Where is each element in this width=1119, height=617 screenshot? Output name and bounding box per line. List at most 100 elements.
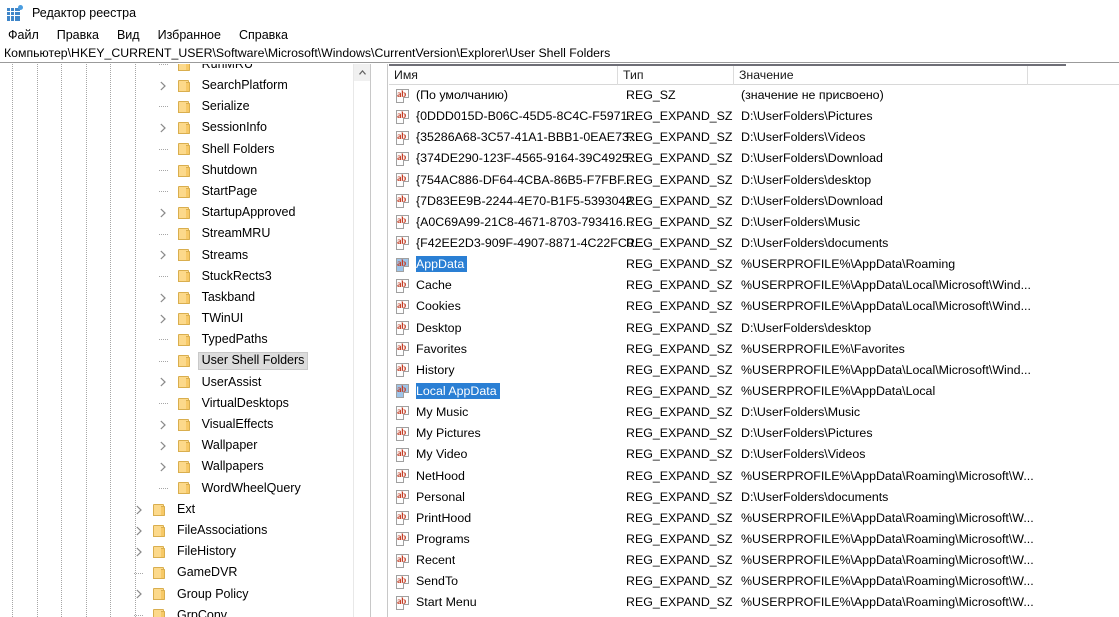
value-name-text: {0DDD015D-B06C-45D5-8C4C-F5971... <box>416 109 638 124</box>
table-row[interactable]: ab {A0C69A99-21C8-4671-8703-793416... REG_… <box>389 212 1119 233</box>
address-path[interactable]: Компьютер\HKEY_CURRENT_USER\Software\Mic… <box>0 47 610 60</box>
table-row[interactable]: ab Cookies REG_EXPAND_SZ %USERPROFILE%\AppD… <box>389 296 1119 317</box>
chevron-right-icon[interactable] <box>156 287 172 308</box>
tree-item-startpage[interactable]: StartPage <box>0 181 370 202</box>
tree-item-runmru[interactable]: RunMRU <box>0 64 370 75</box>
tree-item-ext[interactable]: Ext <box>0 499 370 520</box>
chevron-right-icon[interactable] <box>156 75 172 96</box>
table-row[interactable]: ab {754AC886-DF64-4CBA-86B5-F7FBF... REG_E… <box>389 170 1119 191</box>
table-row[interactable]: ab SendTo REG_EXPAND_SZ %USERPROFILE%\AppDa… <box>389 571 1119 592</box>
tree-item-wordwheelquery[interactable]: WordWheelQuery <box>0 478 370 499</box>
tree-item-streammru[interactable]: StreamMRU <box>0 224 370 245</box>
column-header-тип[interactable]: Тип <box>617 66 733 85</box>
tree-scroll-track[interactable] <box>354 81 370 617</box>
chevron-right-icon[interactable] <box>156 435 172 456</box>
string-value-icon: ab <box>396 257 410 272</box>
chevron-right-icon[interactable] <box>156 414 172 435</box>
tree-item-gamedvr[interactable]: GameDVR <box>0 563 370 584</box>
table-row[interactable]: ab {7D83EE9B-2244-4E70-B1F5-5393042... REG… <box>389 191 1119 212</box>
chevron-right-icon[interactable] <box>131 520 147 541</box>
menu-view[interactable]: Вид <box>117 28 149 43</box>
chevron-right-icon[interactable] <box>156 118 172 139</box>
value-name-text: {7D83EE9B-2244-4E70-B1F5-5393042... <box>416 193 643 208</box>
table-row[interactable]: ab Desktop REG_EXPAND_SZ D:\UserFolders\des… <box>389 318 1119 339</box>
chevron-right-icon[interactable] <box>156 202 172 223</box>
value-data-cell: D:\UserFolders\Download <box>741 193 883 208</box>
table-row[interactable]: abStartupREG_EXPAND_SZ%USERPROFILE%\AppD… <box>389 614 1119 617</box>
table-row[interactable]: ab Local AppData REG_EXPAND_SZ %USERPROFILE… <box>389 381 1119 402</box>
tree-item-wallpaper[interactable]: Wallpaper <box>0 435 370 456</box>
chevron-right-icon[interactable] <box>156 457 172 478</box>
table-row[interactable]: ab {35286A68-3C57-41A1-BBB1-0EAE73... REG_… <box>389 127 1119 148</box>
tree-item-filehistory[interactable]: FileHistory <box>0 541 370 562</box>
chevron-right-icon[interactable] <box>156 245 172 266</box>
column-header-имя[interactable]: Имя <box>389 66 617 85</box>
tree-item-typedpaths[interactable]: TypedPaths <box>0 329 370 350</box>
tree-item-shutdown[interactable]: Shutdown <box>0 160 370 181</box>
column-header-значение[interactable]: Значение <box>733 66 1027 85</box>
table-row[interactable]: ab Personal REG_EXPAND_SZ D:\UserFolders\do… <box>389 487 1119 508</box>
tree-item-fileassociations[interactable]: FileAssociations <box>0 520 370 541</box>
table-row[interactable]: ab Programs REG_EXPAND_SZ %USERPROFILE%\App… <box>389 529 1119 550</box>
value-name-text: {754AC886-DF64-4CBA-86B5-F7FBF... <box>416 172 634 187</box>
tree-item-user-shell-folders[interactable]: User Shell Folders <box>0 351 370 372</box>
table-row[interactable]: ab {F42EE2D3-909F-4907-8871-4C22FC0... REG… <box>389 233 1119 254</box>
table-row[interactable]: ab My Music REG_EXPAND_SZ D:\UserFolders\Mu… <box>389 402 1119 423</box>
table-row[interactable]: ab AppData REG_EXPAND_SZ %USERPROFILE%\AppD… <box>389 254 1119 275</box>
table-row[interactable]: ab My Video REG_EXPAND_SZ D:\UserFolders\Vi… <box>389 444 1119 465</box>
menu-favorites[interactable]: Избранное <box>158 28 230 43</box>
tree-item-label: Shutdown <box>201 162 258 177</box>
tree-item-serialize[interactable]: Serialize <box>0 96 370 117</box>
value-name-text: Personal <box>416 489 465 504</box>
tree-item-shell-folders[interactable]: Shell Folders <box>0 139 370 160</box>
tree-item-label: WordWheelQuery <box>201 480 301 495</box>
tree-item-label: GameDVR <box>177 565 238 580</box>
chevron-right-icon[interactable] <box>156 372 172 393</box>
column-header-spacer[interactable] <box>1027 66 1066 85</box>
table-row[interactable]: ab My Pictures REG_EXPAND_SZ D:\UserFolders… <box>389 423 1119 444</box>
value-data-cell: %USERPROFILE%\AppData\Local\Microsoft\Wi… <box>741 362 1031 377</box>
tree-vertical-scrollbar[interactable] <box>353 64 370 617</box>
chevron-right-icon[interactable] <box>131 541 147 562</box>
tree-item-virtualdesktops[interactable]: VirtualDesktops <box>0 393 370 414</box>
chevron-right-icon[interactable] <box>131 584 147 605</box>
value-data-cell: %USERPROFILE%\AppData\Local <box>741 383 936 398</box>
value-name-cell: Local AppData <box>416 381 500 402</box>
tree-item-streams[interactable]: Streams <box>0 245 370 266</box>
value-name-cell: {F42EE2D3-909F-4907-8871-4C22FC0... <box>416 233 644 254</box>
folder-icon <box>153 608 169 617</box>
table-row[interactable]: ab {0DDD015D-B06C-45D5-8C4C-F5971... REG_E… <box>389 106 1119 127</box>
tree-item-visualeffects[interactable]: VisualEffects <box>0 414 370 435</box>
menu-edit[interactable]: Правка <box>57 28 108 43</box>
tree-item-sessioninfo[interactable]: SessionInfo <box>0 118 370 139</box>
table-row[interactable]: ab PrintHood REG_EXPAND_SZ %USERPROFILE%\Ap… <box>389 508 1119 529</box>
tree-item-label: Streams <box>201 247 249 262</box>
tree-item-grpconv[interactable]: GrpConv <box>0 605 370 617</box>
tree-item-startupapproved[interactable]: StartupApproved <box>0 202 370 223</box>
menu-help[interactable]: Справка <box>239 28 297 43</box>
table-row[interactable]: ab Favorites REG_EXPAND_SZ %USERPROFILE%\Fa… <box>389 339 1119 360</box>
tree-item-group-policy[interactable]: Group Policy <box>0 584 370 605</box>
table-row[interactable]: ab Cache REG_EXPAND_SZ %USERPROFILE%\AppDat… <box>389 275 1119 296</box>
chevron-up-icon[interactable] <box>354 64 370 81</box>
tree-item-wallpapers[interactable]: Wallpapers <box>0 457 370 478</box>
value-data-cell: D:\UserFolders\documents <box>741 235 889 250</box>
pane-splitter[interactable] <box>370 64 388 617</box>
tree-item-taskband[interactable]: Taskband <box>0 287 370 308</box>
tree-item-userassist[interactable]: UserAssist <box>0 372 370 393</box>
value-type-cell: REG_EXPAND_SZ <box>626 553 733 568</box>
table-row[interactable]: ab Recent REG_EXPAND_SZ %USERPROFILE%\AppDa… <box>389 550 1119 571</box>
table-row[interactable]: ab {374DE290-123F-4565-9164-39C4925... REG… <box>389 148 1119 169</box>
menu-file[interactable]: Файл <box>8 28 48 43</box>
tree-item-stuckrects3[interactable]: StuckRects3 <box>0 266 370 287</box>
table-row[interactable]: ab NetHood REG_EXPAND_SZ %USERPROFILE%\AppD… <box>389 466 1119 487</box>
address-bar[interactable]: Компьютер\HKEY_CURRENT_USER\Software\Mic… <box>0 45 1119 63</box>
chevron-right-icon[interactable] <box>131 499 147 520</box>
table-row[interactable]: ab History REG_EXPAND_SZ %USERPROFILE%\AppD… <box>389 360 1119 381</box>
tree-item-searchplatform[interactable]: SearchPlatform <box>0 75 370 96</box>
chevron-right-icon[interactable] <box>156 308 172 329</box>
table-row[interactable]: ab (По умолчанию) REG_SZ (значение не присв… <box>389 85 1119 106</box>
table-row[interactable]: ab Start Menu REG_EXPAND_SZ %USERPROFILE%\A… <box>389 592 1119 613</box>
registry-values-pane: Имя Тип Значение ab (По умолчанию) REG_SZ (зн… <box>389 64 1119 617</box>
tree-item-twinui[interactable]: TWinUI <box>0 308 370 329</box>
